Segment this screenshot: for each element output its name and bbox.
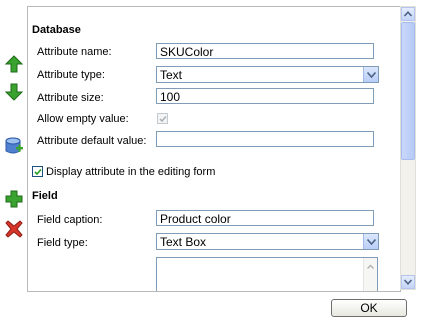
allow-empty-checkbox [157,113,168,124]
attribute-type-select[interactable]: Text [156,66,379,83]
attribute-type-label: Attribute type: [37,69,105,81]
scrollbar-thumb[interactable] [401,22,415,160]
default-value-input[interactable] [156,131,374,147]
add-field-button[interactable] [4,189,24,209]
add-icon [5,190,23,208]
arrow-down-icon [5,83,23,101]
scroll-up-button[interactable] [401,7,415,21]
attribute-size-label: Attribute size: [37,92,104,104]
scroll-down-button[interactable] [401,275,415,289]
checkmark-icon [158,115,167,122]
ok-button[interactable]: OK [331,299,407,317]
attribute-name-label: Attribute name: [37,46,112,58]
move-down-button[interactable] [4,82,24,102]
default-value-label: Attribute default value: [37,135,147,147]
field-section-title: Field [32,190,58,202]
textarea-scrollbar[interactable] [363,258,377,291]
chevron-up-icon [404,11,412,17]
attribute-size-input[interactable]: 100 [156,88,374,104]
chevron-down-icon [404,279,412,285]
chevron-down-icon[interactable] [363,234,378,249]
chevron-up-icon[interactable] [364,261,377,273]
attribute-editor-panel: Database Attribute name: SKUColor Attrib… [27,6,401,292]
delete-icon [5,220,23,238]
field-type-label: Field type: [37,237,88,249]
checkmark-icon [33,168,42,175]
display-in-form-label[interactable]: Display attribute in the editing form [46,166,215,178]
vertical-scrollbar[interactable] [400,6,416,290]
attribute-name-input[interactable]: SKUColor [156,43,374,59]
allow-empty-label: Allow empty value: [37,113,129,125]
chevron-down-icon[interactable] [363,67,378,82]
database-section-title: Database [32,24,81,36]
field-type-select[interactable]: Text Box [156,233,379,250]
field-type-value: Text Box [160,235,207,249]
add-database-field-button[interactable] [4,136,24,156]
move-up-button[interactable] [4,54,24,74]
arrow-up-icon [5,55,23,73]
field-caption-input[interactable]: Product color [156,210,374,226]
field-caption-label: Field caption: [37,214,103,226]
add-database-field-icon [5,137,23,154]
attribute-type-value: Text [160,68,183,82]
field-preview-textarea[interactable] [156,257,378,291]
delete-field-button[interactable] [4,219,24,239]
display-in-form-checkbox[interactable] [32,166,43,177]
